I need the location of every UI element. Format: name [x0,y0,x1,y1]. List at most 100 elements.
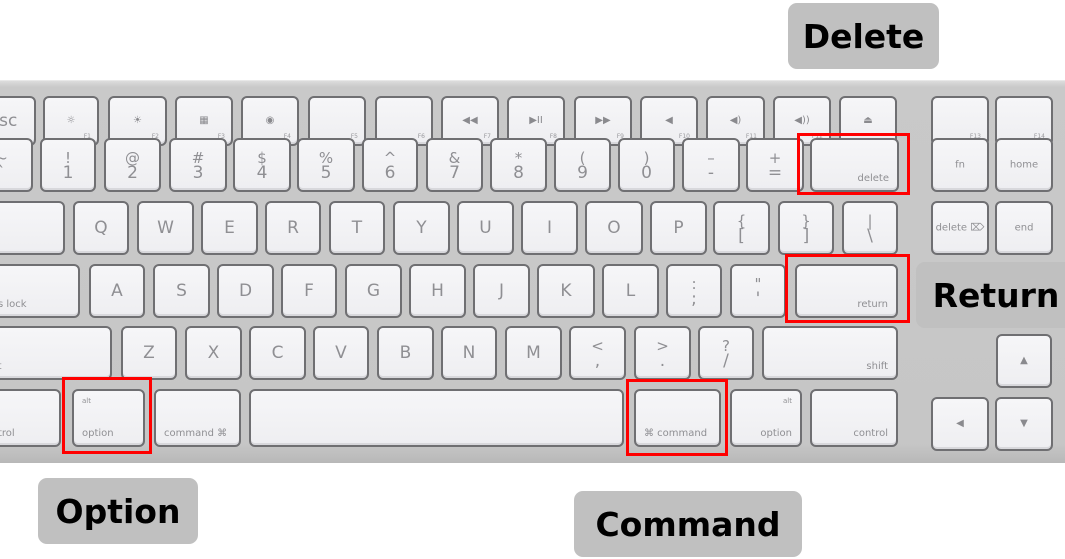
key-8[interactable]: * 8 [490,138,547,192]
key-bot-label: ` [0,163,6,183]
key-0[interactable]: ) 0 [618,138,675,192]
key-main-label: O [607,218,621,238]
key-bot-label: 0 [641,163,652,183]
key-n[interactable]: N [441,326,497,380]
key-main-label: Q [94,218,108,238]
key-lcommand[interactable]: command ⌘ [154,389,241,447]
key-7[interactable]: & 7 [426,138,483,192]
key-slash[interactable]: ? / [698,326,754,380]
key-end[interactable]: end [995,201,1053,255]
key-main-label: H [431,281,444,301]
key-bot-label: / [723,351,729,371]
key-main-label: F [304,281,314,301]
keyboard: esc☼F1☀F2▦F3◉F4F5F6◀◀F7▶IIF8▶▶F9◀F10◀)F1… [0,80,1065,463]
key-br-label: control [853,428,888,439]
key-center-label: delete ⌦ [935,222,985,234]
key-down[interactable]: ▼ [995,397,1053,451]
key-bot-label: 3 [192,163,204,183]
key-rbracket[interactable]: }] [778,201,834,255]
key-s[interactable]: S [153,264,210,318]
key-3[interactable]: #3 [169,138,227,192]
key-tilde[interactable]: ~ ` [0,138,33,192]
key-bl-label: ⌘ command [644,428,708,439]
key-m[interactable]: M [505,326,562,380]
key-bot-label: 1 [62,163,74,183]
key-br-label: shift [866,361,888,372]
key-4[interactable]: $4 [233,138,291,192]
key-caps[interactable]: caps lock [0,264,80,318]
key-bot-label: - [707,163,715,183]
key-u[interactable]: U [457,201,514,255]
key-a[interactable]: A [89,264,145,318]
key-2[interactable]: @2 [104,138,161,192]
key-5[interactable]: % 5 [297,138,355,192]
key-b[interactable]: B [377,326,434,380]
key-h[interactable]: H [409,264,466,318]
key-f7-icon: ◀◀ [462,115,478,127]
key-main-label: S [176,281,187,301]
key-lshift[interactable]: shift [0,326,112,380]
key-period[interactable]: >. [634,326,691,380]
key-rshift[interactable]: shift [762,326,898,380]
key-t[interactable]: T [329,201,385,255]
key-return[interactable]: return [795,264,898,318]
key-main-label: P [673,218,684,238]
key-bot-label: 4 [256,163,268,183]
key-bl-label: option [82,428,114,439]
key-space[interactable] [249,389,624,447]
key-r[interactable]: R [265,201,321,255]
key-minus[interactable]: – - [682,138,740,192]
key-v[interactable]: V [313,326,369,380]
key-home[interactable]: home [995,138,1053,192]
key-c[interactable]: C [249,326,306,380]
key-main-label: U [479,218,492,238]
key-i[interactable]: I [521,201,578,255]
key-main-label: Y [416,218,427,238]
key-d[interactable]: D [217,264,274,318]
key-bl-label: command ⌘ [164,428,228,439]
key-rcontrol[interactable]: control [810,389,898,447]
key-1[interactable]: ! 1 [40,138,96,192]
key-semicolon[interactable]: :; [666,264,722,318]
key-loption[interactable]: option alt [72,389,145,447]
key-rcommand[interactable]: ⌘ command [634,389,721,447]
key-f12-icon: ◀)) [794,115,810,127]
key-x[interactable]: X [185,326,242,380]
key-9[interactable]: (9 [554,138,611,192]
key-f[interactable]: F [281,264,337,318]
key-quote[interactable]: " ' [730,264,786,318]
key-l[interactable]: L [602,264,659,318]
key-j[interactable]: J [473,264,530,318]
key-e[interactable]: E [201,201,258,255]
key-up[interactable]: ▲ [996,334,1052,388]
key-roption[interactable]: option alt [730,389,802,447]
key-p[interactable]: P [650,201,707,255]
key-lcontrol[interactable]: control [0,389,61,447]
key-left[interactable]: ◀ [931,397,989,451]
key-comma[interactable]: <, [569,326,626,380]
key-lbracket[interactable]: {[ [713,201,770,255]
key-6[interactable]: ^ 6 [362,138,418,192]
key-g[interactable]: G [345,264,402,318]
key-q[interactable]: Q [73,201,129,255]
key-bot-label: . [659,351,666,371]
key-backslash[interactable]: | \ [842,201,898,255]
key-bot-label: [ [738,226,745,246]
key-main-label: L [625,281,636,301]
key-w[interactable]: W [137,201,194,255]
key-fwd-delete[interactable]: delete ⌦ [931,201,989,255]
key-main-label: E [224,218,235,238]
key-k[interactable]: K [537,264,595,318]
key-equals[interactable]: + = [746,138,804,192]
key-fn[interactable]: fn [931,138,989,192]
key-tab[interactable] [0,201,65,255]
key-y[interactable]: Y [393,201,450,255]
key-o[interactable]: O [585,201,643,255]
key-z[interactable]: Z [121,326,177,380]
key-delete[interactable]: delete [810,138,899,192]
option-callout: Option [38,478,198,544]
key-main-label: B [399,343,412,363]
key-f3-icon: ▦ [199,115,209,127]
key-bot-label: 2 [127,163,138,183]
key-fn-label: F6 [417,133,425,140]
